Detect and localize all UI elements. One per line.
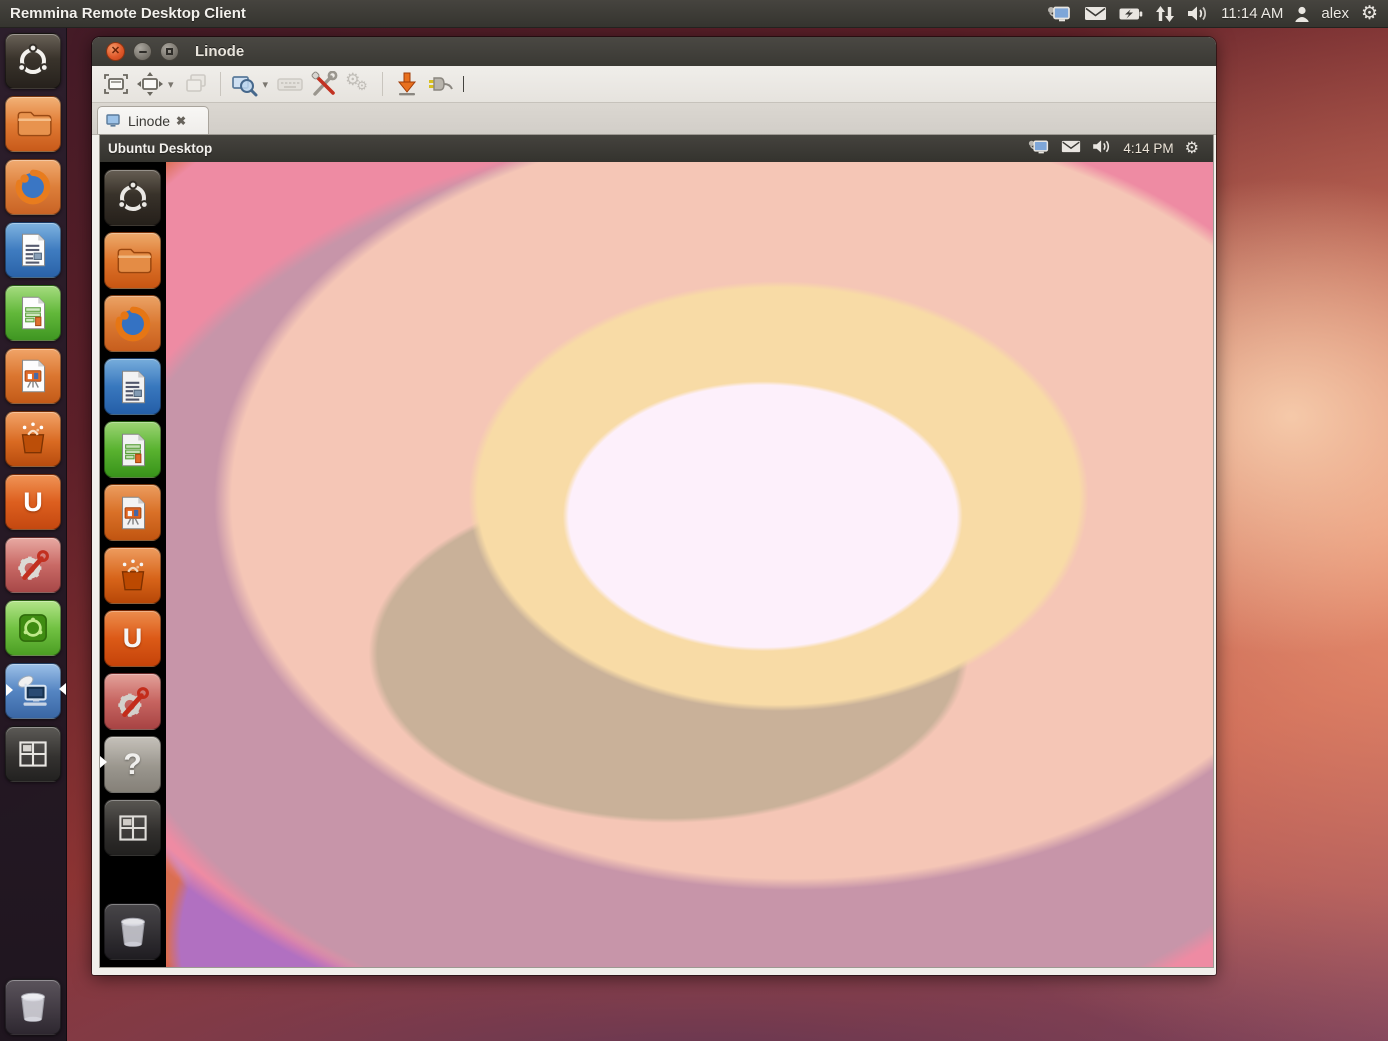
switch-page-button[interactable]: [182, 70, 210, 98]
host-clock[interactable]: 11:14 AM: [1221, 5, 1283, 22]
scaled-mode-button[interactable]: [231, 70, 259, 98]
session-gear-icon[interactable]: ⚙: [1361, 4, 1378, 23]
remote-launcher-item-workspace-switcher[interactable]: [104, 799, 161, 856]
disconnect-button[interactable]: [427, 70, 455, 98]
tab-linode[interactable]: Linode ✖: [97, 106, 209, 134]
user-icon[interactable]: [1295, 6, 1309, 22]
window-minimize-button[interactable]: [133, 42, 152, 61]
launcher-item-libreoffice-impress[interactable]: [5, 348, 61, 404]
running-indicator: [6, 684, 13, 696]
sync-arrows-tray-icon[interactable]: [1155, 5, 1175, 23]
launcher-item-ubuntu-one[interactable]: U: [5, 474, 61, 530]
scaled-caret-icon[interactable]: ▾: [263, 78, 269, 91]
launcher-item-home-folder[interactable]: [5, 96, 61, 152]
volume-tray-icon[interactable]: [1187, 5, 1209, 22]
username-label[interactable]: alex: [1321, 5, 1349, 22]
host-system-tray: 11:14 AM alex ⚙: [1047, 4, 1388, 23]
window-titlebar[interactable]: ✕ Linode: [92, 37, 1216, 67]
minimize-icon: [139, 51, 147, 53]
remote-clock[interactable]: 4:14 PM: [1123, 141, 1173, 156]
battery-tray-icon[interactable]: [1119, 5, 1143, 22]
remote-menu-title[interactable]: Ubuntu Desktop: [108, 141, 212, 156]
remmina-window: ✕ Linode ▾ ▾: [92, 37, 1216, 975]
remote-launcher-item-trash[interactable]: [104, 903, 161, 960]
preferences-button[interactable]: ⚙⚙: [344, 70, 372, 98]
remote-launcher-item-unknown-app[interactable]: ?: [104, 736, 161, 793]
remote-launcher-item-libreoffice-writer[interactable]: [104, 358, 161, 415]
tab-monitor-icon: [106, 114, 122, 128]
window-close-button[interactable]: ✕: [106, 42, 125, 61]
gears-icon: ⚙⚙: [345, 72, 371, 96]
remote-launcher-item-libreoffice-impress[interactable]: [104, 484, 161, 541]
launcher-item-trash[interactable]: [5, 979, 61, 1035]
fullscreen-button[interactable]: [136, 70, 164, 98]
remote-launcher: U ?: [100, 162, 166, 967]
tab-bar: Linode ✖: [92, 103, 1216, 135]
window-title: Linode: [195, 43, 244, 60]
remote-launcher-item-ubuntu-software-center[interactable]: [104, 547, 161, 604]
host-launcher: U: [0, 27, 67, 1041]
remote-top-panel: Ubuntu Desktop 4:14 PM ⚙: [100, 135, 1213, 162]
window-maximize-button[interactable]: [160, 42, 179, 61]
remote-mail-tray-icon[interactable]: [1061, 139, 1081, 159]
remote-launcher-item-libreoffice-calc[interactable]: [104, 421, 161, 478]
toolbar-separator: [382, 72, 383, 96]
host-top-panel: Remmina Remote Desktop Client 11:14 AM a…: [0, 0, 1388, 28]
active-app-title: Remmina Remote Desktop Client: [10, 5, 246, 22]
ubuntu-one-glyph: U: [23, 487, 43, 518]
remote-system-tray: 4:14 PM ⚙: [1028, 138, 1213, 160]
launcher-item-ubuntu-dash[interactable]: [5, 33, 61, 89]
launcher-item-remmina[interactable]: [5, 663, 61, 719]
remote-volume-tray-icon[interactable]: [1092, 139, 1112, 159]
launcher-item-libreoffice-calc[interactable]: [5, 285, 61, 341]
remote-launcher-item-home-folder[interactable]: [104, 232, 161, 289]
tools-button[interactable]: [310, 70, 338, 98]
unknown-app-glyph: ?: [123, 748, 141, 782]
window-toolbar: ▾ ▾ ⚙⚙: [92, 66, 1216, 103]
remote-launcher-item-firefox[interactable]: [104, 295, 161, 352]
remote-running-indicator: [100, 756, 107, 768]
screen: Remmina Remote Desktop Client 11:14 AM a…: [0, 0, 1388, 1041]
remote-session-gear-icon[interactable]: ⚙: [1185, 141, 1199, 157]
tab-close-icon[interactable]: ✖: [176, 115, 186, 127]
fullscreen-caret-icon[interactable]: ▾: [168, 78, 174, 91]
remote-launcher-item-ubuntu-dash[interactable]: [104, 169, 161, 226]
toolbar-separator: [220, 72, 221, 96]
grab-keyboard-button[interactable]: [276, 70, 304, 98]
launcher-item-ubuntu-software[interactable]: [5, 600, 61, 656]
launcher-item-ubuntu-software-center[interactable]: [5, 411, 61, 467]
launcher-item-workspace-switcher[interactable]: [5, 726, 61, 782]
launcher-item-system-settings[interactable]: [5, 537, 61, 593]
minimize-to-tray-button[interactable]: [393, 70, 421, 98]
maximize-icon: [166, 48, 173, 55]
remote-session-viewport[interactable]: Ubuntu Desktop 4:14 PM ⚙: [99, 134, 1214, 968]
launcher-item-firefox[interactable]: [5, 159, 61, 215]
resize-to-fit-button[interactable]: [102, 70, 130, 98]
remote-launcher-item-system-settings[interactable]: [104, 673, 161, 730]
tab-label: Linode: [128, 113, 170, 129]
launcher-item-libreoffice-writer[interactable]: [5, 222, 61, 278]
toolbar-text-caret: [463, 76, 464, 92]
mail-tray-icon[interactable]: [1084, 5, 1107, 22]
remote-desktop-wallpaper[interactable]: [166, 162, 1213, 967]
close-icon: ✕: [111, 46, 120, 57]
remote-desktop-tray-icon[interactable]: [1047, 4, 1072, 23]
remote-launcher-item-ubuntu-one[interactable]: U: [104, 610, 161, 667]
remote-rdp-tray-icon[interactable]: [1028, 138, 1050, 160]
focused-indicator: [59, 683, 66, 695]
ubuntu-one-glyph: U: [123, 623, 143, 654]
